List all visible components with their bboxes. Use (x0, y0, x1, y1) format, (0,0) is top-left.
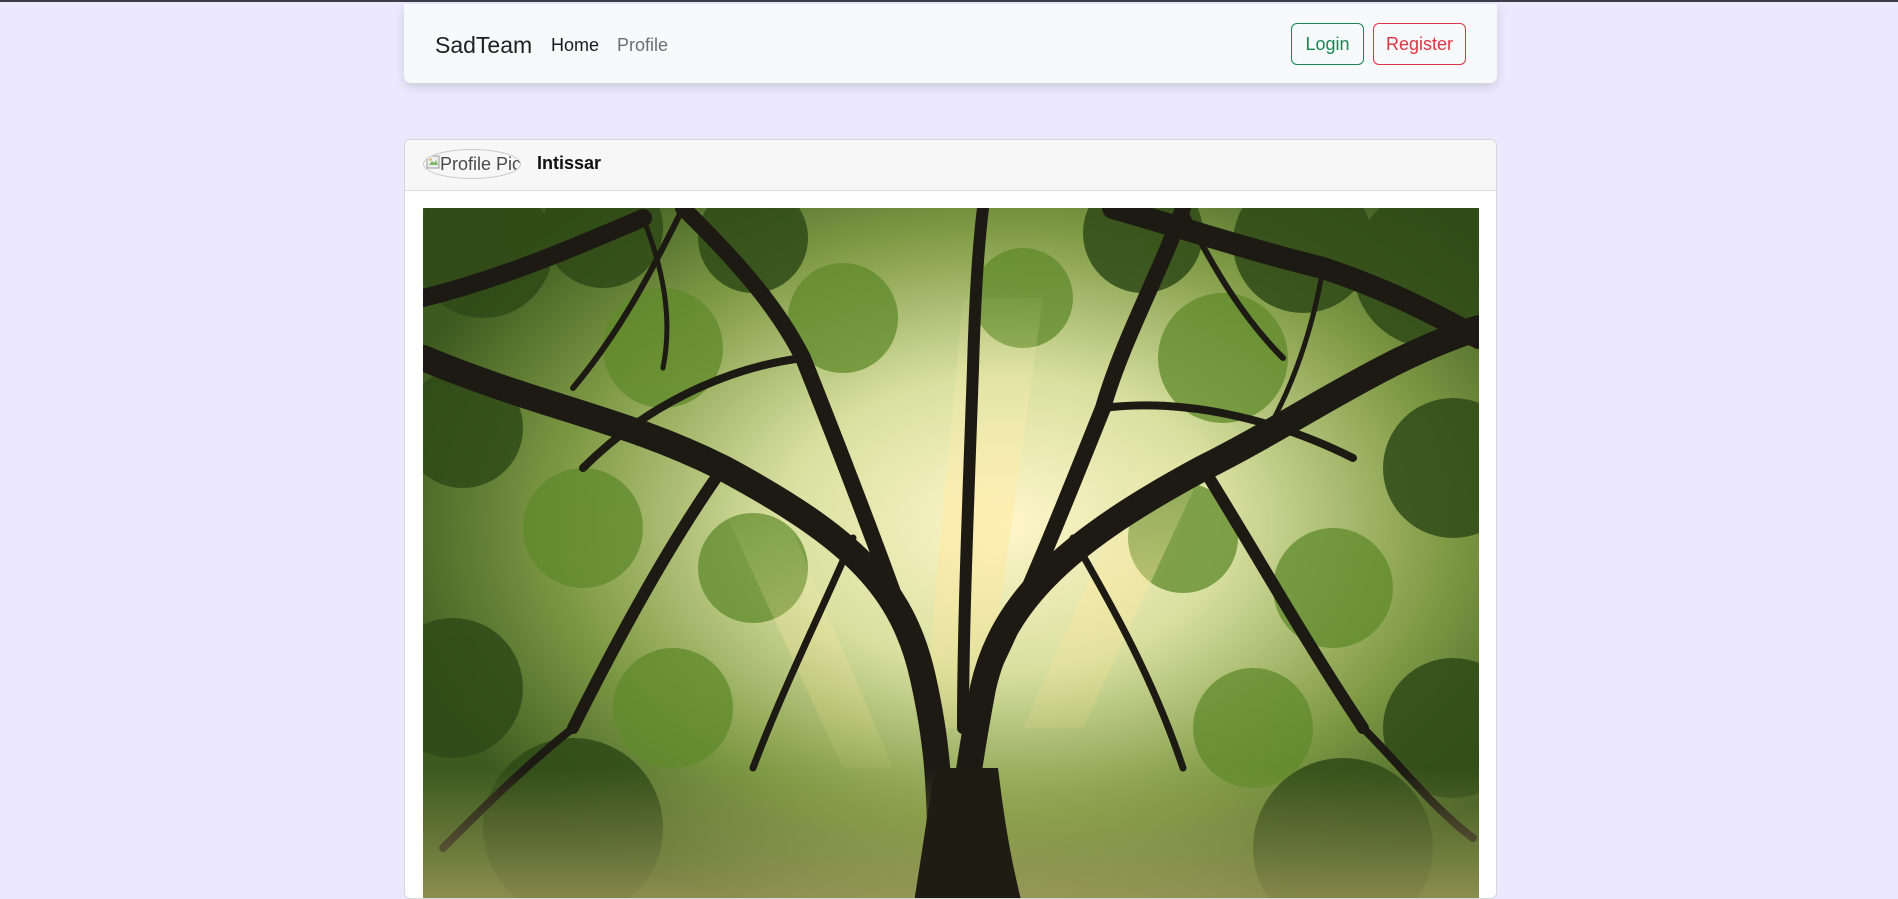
avatar-alt-text: Profile Pic (440, 154, 521, 174)
avatar[interactable]: Profile Pic (423, 149, 521, 179)
post-image (423, 208, 1479, 898)
post-username[interactable]: Intissar (537, 152, 601, 174)
broken-image-icon (426, 155, 440, 169)
post-card: Profile Pic Intissar (404, 139, 1497, 899)
post-header: Profile Pic Intissar (405, 140, 1496, 191)
brand-link[interactable]: SadTeam (435, 31, 532, 59)
nav-link-profile[interactable]: Profile (617, 34, 668, 56)
tree-photo (423, 208, 1479, 898)
login-button[interactable]: Login (1291, 23, 1364, 65)
register-button[interactable]: Register (1373, 23, 1466, 65)
top-navbar: SadTeam Home Profile Login Register (404, 4, 1497, 83)
nav-link-home[interactable]: Home (551, 34, 599, 56)
